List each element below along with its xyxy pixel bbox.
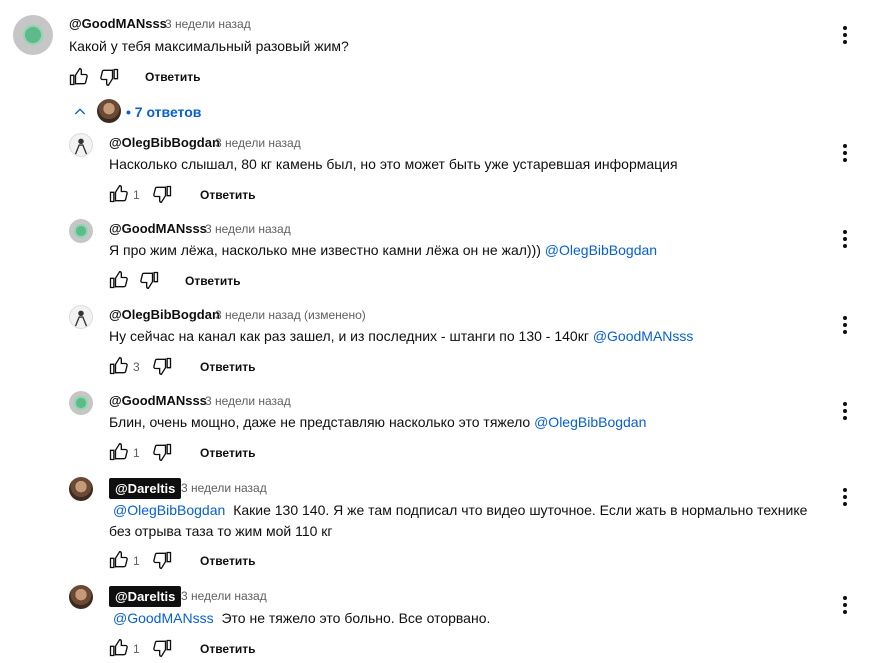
comment-text: Какой у тебя максимальный разовый жим? bbox=[69, 38, 349, 54]
dislike-icon[interactable] bbox=[153, 442, 173, 462]
avatar-image bbox=[76, 398, 86, 408]
dislike-icon[interactable] bbox=[153, 550, 173, 570]
comment-time[interactable]: 3 недели назад bbox=[205, 394, 291, 408]
replies-count[interactable]: • 7 ответов bbox=[126, 104, 201, 120]
comment-author[interactable]: @OlegBibBogdan bbox=[109, 307, 220, 322]
like-icon[interactable] bbox=[108, 638, 128, 658]
comment-text: Я про жим лёжа, насколько мне известно к… bbox=[109, 240, 657, 261]
comment-time[interactable]: 3 недели назад bbox=[215, 136, 301, 150]
more-actions-icon[interactable] bbox=[835, 313, 855, 337]
mention-link[interactable]: @OlegBibBogdan bbox=[113, 502, 225, 518]
mention-link[interactable]: @OlegBibBogdan bbox=[534, 414, 646, 430]
avatar[interactable] bbox=[69, 585, 93, 609]
comment-time[interactable]: 3 недели назад bbox=[181, 589, 267, 603]
mention-link[interactable]: @GoodMANsss bbox=[113, 610, 214, 626]
reply-button[interactable]: Ответить bbox=[200, 642, 255, 656]
more-actions-icon[interactable] bbox=[835, 23, 855, 47]
avatar-image bbox=[25, 27, 41, 43]
more-actions-icon[interactable] bbox=[835, 227, 855, 251]
reply-button[interactable]: Ответить bbox=[200, 446, 255, 460]
avatar[interactable] bbox=[13, 15, 53, 55]
dislike-icon[interactable] bbox=[153, 184, 173, 204]
like-count: 3 bbox=[133, 360, 140, 374]
like-count: 1 bbox=[133, 446, 140, 460]
comment-author[interactable]: @GoodMANsss bbox=[109, 221, 207, 236]
comment-text-line2: без отрыва таза то жим мой 110 кг bbox=[109, 523, 333, 539]
chevron-up-icon bbox=[74, 108, 86, 115]
comment-time[interactable]: 3 недели назад bbox=[181, 481, 267, 495]
like-count: 1 bbox=[133, 554, 140, 568]
comment-body: Ну сейчас на канал как раз зашел, и из п… bbox=[109, 328, 589, 344]
comment-text: Насколько слышал, 80 кг камень был, но э… bbox=[109, 156, 678, 172]
avatar[interactable] bbox=[69, 391, 93, 415]
like-icon[interactable] bbox=[108, 356, 128, 376]
more-actions-icon[interactable] bbox=[835, 141, 855, 165]
avatar[interactable] bbox=[69, 477, 93, 501]
like-icon[interactable] bbox=[108, 270, 128, 290]
avatar-image bbox=[76, 226, 86, 236]
comment-text: Блин, очень мощно, даже не представляю н… bbox=[109, 412, 646, 433]
comment-text: Ну сейчас на канал как раз зашел, и из п… bbox=[109, 326, 693, 347]
comment-author-chip[interactable]: @Dareltis bbox=[109, 478, 182, 499]
like-count: 1 bbox=[133, 642, 140, 656]
dislike-icon[interactable] bbox=[140, 270, 160, 290]
more-actions-icon[interactable] bbox=[835, 399, 855, 423]
dislike-icon[interactable] bbox=[153, 638, 173, 658]
replies-avatar bbox=[97, 99, 121, 123]
avatar[interactable] bbox=[69, 219, 93, 243]
comment-time[interactable]: 3 недели назад bbox=[205, 222, 291, 236]
comment-time[interactable]: 3 недели назад bbox=[165, 17, 251, 31]
dislike-icon[interactable] bbox=[153, 356, 173, 376]
reply-button[interactable]: Ответить bbox=[145, 70, 200, 84]
replies-toggle[interactable] bbox=[72, 104, 88, 120]
like-icon[interactable] bbox=[108, 184, 128, 204]
more-actions-icon[interactable] bbox=[835, 485, 855, 509]
comment-author[interactable]: @GoodMANsss bbox=[69, 16, 167, 31]
avatar[interactable] bbox=[69, 133, 93, 157]
comment-text: @GoodMANsss Это не тяжело это больно. Вс… bbox=[113, 608, 490, 629]
reply-button[interactable]: Ответить bbox=[200, 554, 255, 568]
mention-link[interactable]: @OlegBibBogdan bbox=[545, 242, 657, 258]
like-count: 1 bbox=[133, 188, 140, 202]
avatar[interactable] bbox=[69, 305, 93, 329]
like-icon[interactable] bbox=[108, 442, 128, 462]
dislike-icon[interactable] bbox=[100, 67, 120, 87]
comment-author[interactable]: @OlegBibBogdan bbox=[109, 135, 220, 150]
comment-body: Блин, очень мощно, даже не представляю н… bbox=[109, 414, 531, 430]
comment-body: Это не тяжело это больно. Все оторвано. bbox=[221, 610, 491, 626]
mention-link[interactable]: @GoodMANsss bbox=[593, 328, 694, 344]
comment-body: Я про жим лёжа, насколько мне известно к… bbox=[109, 242, 541, 258]
more-actions-icon[interactable] bbox=[835, 593, 855, 617]
comment-author[interactable]: @GoodMANsss bbox=[109, 393, 207, 408]
like-icon[interactable] bbox=[68, 67, 88, 87]
comment-time[interactable]: 3 недели назад (изменено) bbox=[215, 308, 366, 322]
comment-author-chip[interactable]: @Dareltis bbox=[109, 586, 182, 607]
reply-button[interactable]: Ответить bbox=[200, 360, 255, 374]
comment-text: @OlegBibBogdan Какие 130 140. Я же там п… bbox=[113, 500, 807, 521]
comment-body-line1: Какие 130 140. Я же там подписал что вид… bbox=[233, 502, 808, 518]
reply-button[interactable]: Ответить bbox=[185, 274, 240, 288]
reply-button[interactable]: Ответить bbox=[200, 188, 255, 202]
like-icon[interactable] bbox=[108, 550, 128, 570]
